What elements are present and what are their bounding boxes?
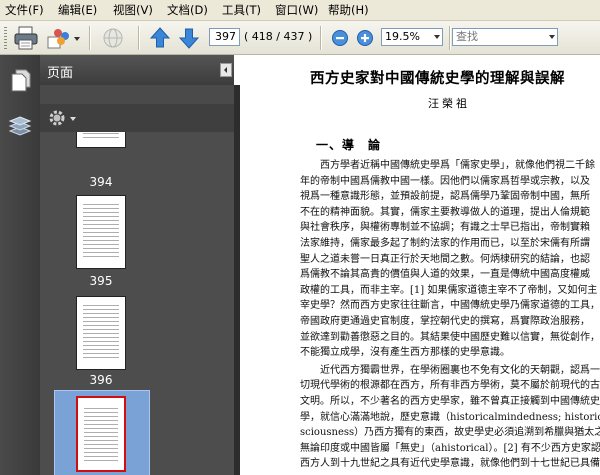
text-line: 視爲一種意識形態，並預設前提，認爲儒學乃鞏固帝制中國，無所 — [300, 191, 590, 203]
document-title: 西方史家對中國傳統史學的理解與誤解 — [310, 70, 565, 87]
text-line: 宰史學？然而西方史家往往斷言，中國傳統史學乃儒家道德的工具， — [300, 300, 600, 312]
panel-spacer — [40, 85, 234, 104]
page-thumbnails[interactable]: 394 395 396 — [40, 132, 234, 475]
thumbnail-label: 396 — [89, 373, 113, 387]
toolbar-grip[interactable] — [4, 27, 7, 49]
text-line: 年的帝制中國爲儒教中國一樣。因他們以儒家爲哲學或宗教，以及 — [300, 175, 590, 187]
collaborate-icon — [47, 29, 69, 49]
chevron-down-icon — [70, 117, 76, 121]
chevron-down-icon — [549, 35, 555, 39]
menu-file[interactable]: 文件(F) — [3, 2, 46, 18]
toolbar: 397 ( 418 / 437 ) 19.5% 查找 — [0, 21, 600, 55]
zoom-out-button[interactable] — [330, 25, 350, 51]
text-line: 無論印度或中國皆屬「無史」（ahistorical）。[2] 有不少西方史家認爲… — [300, 442, 600, 454]
layers-panel-button[interactable] — [7, 113, 33, 139]
menu-bar: 文件(F) 编辑(E) 视图(V) 文档(D) 工具(T) 窗口(W) 帮助(H… — [0, 0, 600, 21]
page-count-label: ( 418 / 437 ) — [244, 30, 313, 43]
zoom-in-button[interactable] — [355, 25, 375, 51]
page-thumbnail[interactable] — [76, 132, 126, 148]
options-button[interactable] — [47, 108, 81, 128]
layers-icon — [8, 116, 32, 136]
arrow-down-icon — [178, 28, 200, 49]
chevron-down-icon — [434, 35, 440, 39]
text-line: 西方人到十九世紀之具有近代史學意識，就像他們到十七世紀已具備 — [300, 458, 600, 470]
text-line: 不在的精神面貌。其實，儒家主要教導做人的道理，提出人倫規範 — [300, 206, 590, 218]
next-page-button[interactable] — [177, 25, 201, 51]
toolbar-separator — [449, 26, 451, 50]
page-number-input[interactable]: 397 — [209, 28, 240, 46]
page-thumbnail[interactable] — [76, 195, 126, 269]
text-line: 聖人之道未嘗一日真正行於天地間之數。何炳棣研究的結論，也認 — [300, 253, 590, 265]
text-line: 切現代學術的根源都在西方，所有非西方學術，莫不屬於前現代的古 — [300, 380, 600, 392]
menu-tools[interactable]: 工具(T) — [220, 2, 263, 18]
text-line: 西方學者近稱中國傳統史學爲「儒家史學」，就像他們視二千餘 — [300, 160, 595, 171]
pages-icon — [11, 69, 31, 92]
text-line: 爲儒教不論其高貴的價值與人道的效果，一直是傳統中國高度權威 — [300, 269, 590, 281]
text-line: 近代西方獨霸世界，在學術圈裏也不免有文化的天朝觀，認爲一 — [300, 364, 600, 376]
print-button[interactable] — [12, 25, 40, 51]
zoom-level-value: 19.5% — [385, 30, 420, 43]
text-line: 不能獨立成學，沒有產生西方那樣的史學意識。 — [300, 347, 510, 359]
toolbar-separator — [138, 26, 140, 50]
panel-title: 页面 — [47, 66, 74, 81]
previous-page-button[interactable] — [148, 25, 172, 51]
thumbnail-label: 394 — [89, 175, 113, 189]
toolbar-separator — [320, 26, 322, 50]
menu-edit[interactable]: 编辑(E) — [56, 2, 99, 18]
collaborate-button[interactable] — [46, 25, 80, 51]
text-line: 文明。所以，不少著名的西方史學家，雖不曾真正接觸到中國傳統史 — [300, 396, 600, 407]
toolbar-separator — [89, 26, 91, 50]
page-thumbnail-selected[interactable] — [76, 396, 126, 472]
chevron-down-icon — [74, 37, 80, 41]
text-line: 政權的工具，而非主宰。[1] 如果儒家道德主宰不了帝制，又如何主 — [300, 284, 598, 296]
menu-help[interactable]: 帮助(H) — [326, 2, 371, 18]
menu-document[interactable]: 文档(D) — [165, 2, 210, 18]
panel-options-bar — [40, 104, 234, 132]
menu-view[interactable]: 视图(V) — [111, 2, 155, 18]
page-thumbnail[interactable] — [76, 296, 126, 370]
collapse-panel-button[interactable] — [220, 63, 232, 77]
zoom-out-icon — [332, 30, 348, 46]
menu-window[interactable]: 窗口(W) — [273, 2, 320, 18]
gear-icon — [49, 110, 65, 126]
document-author: 汪榮祖 — [428, 97, 470, 110]
zoom-in-icon — [357, 30, 373, 46]
document-page: 西方史家對中國傳統史學的理解與誤解 汪榮祖 一、導 論 西方學者近稱中國傳統史學… — [240, 55, 600, 475]
zoom-level-select[interactable]: 19.5% — [381, 28, 443, 46]
pages-panel-header: 页面 — [40, 55, 234, 85]
arrow-up-icon — [149, 27, 171, 48]
text-line: 學，就信心滿滿地說，歷史意識（historicalmindedness; his… — [300, 411, 600, 423]
navigation-pane — [0, 55, 40, 475]
text-line: 並欲達到勸善懲惡之目的。其結果使中國歷史難以信實，無從創作， — [300, 331, 600, 343]
web-button[interactable] — [100, 25, 128, 51]
thumbnail-label: 395 — [89, 274, 113, 288]
text-line: sciousness）乃西方獨有的東西，故史學史必須追溯到希臘與猶太之根， — [300, 427, 600, 439]
section-heading: 一、導 論 — [316, 138, 382, 152]
chevron-left-icon — [224, 67, 227, 73]
printer-icon — [14, 26, 38, 50]
text-line: 與社會秩序，與權術專制並不協調；有識之士早已指出，帝制實賴 — [300, 222, 590, 234]
text-line: 法家維持，儒家最多起了制約法家的作用而已，以至於宋儒有所謂 — [300, 238, 590, 249]
globe-icon — [103, 28, 123, 48]
find-input[interactable]: 查找 — [452, 28, 558, 46]
find-placeholder: 查找 — [456, 30, 478, 43]
pages-panel-button[interactable] — [7, 67, 33, 93]
text-line: 帝國政府更通過史官制度，掌控朝代史的撰寫，爲實際政治服務， — [300, 316, 590, 327]
